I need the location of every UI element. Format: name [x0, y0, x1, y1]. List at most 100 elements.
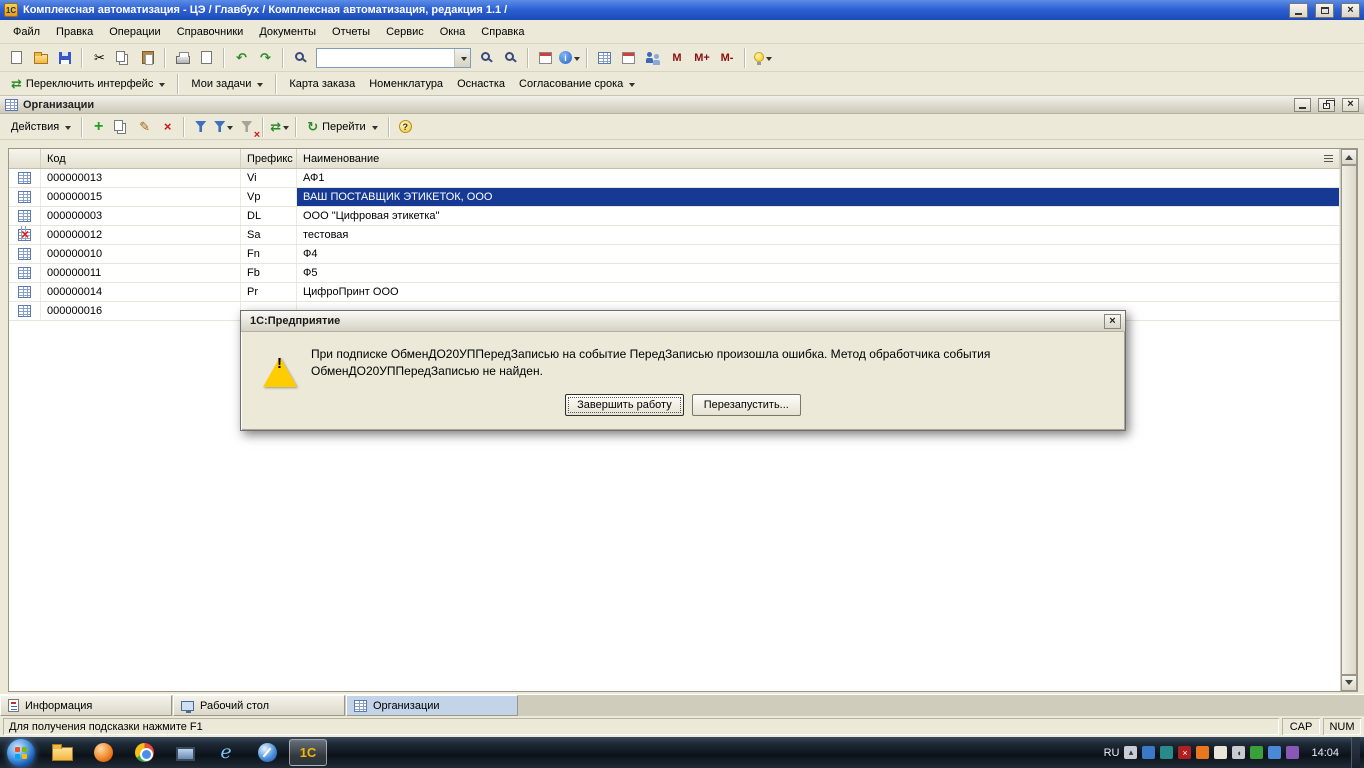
find-button[interactable] [289, 46, 312, 69]
menu-documents[interactable]: Документы [252, 23, 323, 41]
cell-prefix[interactable]: Vp [241, 188, 297, 206]
output-list-button[interactable]: ⇄ [268, 115, 291, 138]
nomenclature-button[interactable]: Номенклатура [363, 75, 449, 93]
osnastka-button[interactable]: Оснастка [451, 75, 511, 93]
table-row[interactable]: 000000013 Vi АФ1 [9, 169, 1340, 188]
help-button[interactable]: ? [394, 115, 417, 138]
tray-icon-app1[interactable] [1160, 746, 1173, 759]
search-dropdown-button[interactable] [454, 49, 470, 67]
tray-icon-app3[interactable] [1286, 746, 1299, 759]
header-icon-column[interactable] [9, 149, 41, 168]
menu-operations[interactable]: Операции [102, 23, 167, 41]
tab-organizations[interactable]: Организации [346, 695, 518, 716]
cell-name-selected[interactable]: ВАШ ПОСТАВЩИК ЭТИКЕТОК, ООО [297, 188, 1340, 206]
memory-recall-button[interactable]: M [665, 48, 689, 68]
copy-button[interactable] [112, 46, 135, 69]
taskbar-ie-button[interactable]: e [207, 739, 245, 766]
cell-name[interactable]: АФ1 [297, 169, 1340, 187]
term-approval-button[interactable]: Согласование срока [513, 75, 641, 93]
cell-name[interactable]: ЦифроПринт ООО [297, 283, 1340, 301]
cell-code[interactable]: 000000003 [41, 207, 241, 225]
menu-help[interactable]: Справка [474, 23, 531, 41]
taskbar-chrome-button[interactable] [125, 739, 163, 766]
memory-add-button[interactable]: M+ [690, 48, 714, 68]
actions-button[interactable]: Действия [5, 118, 77, 136]
tray-icon-network[interactable] [1268, 746, 1281, 759]
child-close-button[interactable]: × [1342, 98, 1359, 112]
cell-code[interactable]: 000000010 [41, 245, 241, 263]
dialog-close-button[interactable]: × [1104, 314, 1121, 329]
cell-prefix[interactable]: Vi [241, 169, 297, 187]
menu-catalogs[interactable]: Справочники [170, 23, 251, 41]
my-tasks-button[interactable]: Мои задачи [185, 75, 269, 93]
table-row-marked-deleted[interactable]: 000000012 Sa тестовая [9, 226, 1340, 245]
taskbar-explorer-button[interactable] [43, 739, 81, 766]
filter-button[interactable] [189, 115, 212, 138]
tray-icon-monitor[interactable] [1142, 746, 1155, 759]
calendar-button[interactable] [617, 46, 640, 69]
table-row[interactable]: 000000010 Fn Ф4 [9, 245, 1340, 264]
tray-icon-document[interactable] [1214, 746, 1227, 759]
redo-button[interactable]: ↷ [254, 46, 277, 69]
cell-name[interactable]: ООО "Цифровая этикетка" [297, 207, 1340, 225]
child-restore-button[interactable] [1318, 98, 1335, 112]
paste-button[interactable] [136, 46, 159, 69]
child-window-titlebar[interactable]: Организации × [0, 96, 1364, 114]
cell-name[interactable]: тестовая [297, 226, 1340, 244]
search-input[interactable] [317, 50, 454, 66]
cell-prefix[interactable]: Pr [241, 283, 297, 301]
cell-code[interactable]: 000000014 [41, 283, 241, 301]
menu-file[interactable]: Файл [6, 23, 47, 41]
cell-prefix[interactable]: Sa [241, 226, 297, 244]
list-settings-icon[interactable] [1324, 158, 1333, 159]
memory-subtract-button[interactable]: M- [715, 48, 739, 68]
taskbar-1c-button[interactable]: 1С [289, 739, 327, 766]
order-card-button[interactable]: Карта заказа [283, 75, 361, 93]
tab-desktop[interactable]: Рабочий стол [173, 695, 345, 716]
find-next-button[interactable] [475, 46, 498, 69]
search-combobox[interactable] [316, 48, 471, 68]
add-button[interactable]: + [87, 115, 110, 138]
cell-code[interactable]: 000000012 [41, 226, 241, 244]
window-titlebar[interactable]: 1С Комплексная автоматизация - ЦЭ / Глав… [0, 0, 1364, 20]
header-prefix[interactable]: Префикс [241, 149, 297, 168]
taskbar-media-button[interactable] [84, 739, 122, 766]
table-row[interactable]: 000000011 Fb Ф5 [9, 264, 1340, 283]
cut-button[interactable]: ✂ [88, 46, 111, 69]
cell-prefix[interactable]: DL [241, 207, 297, 225]
scrollbar-thumb[interactable] [1341, 165, 1357, 675]
minimize-button[interactable] [1289, 3, 1308, 18]
maximize-button[interactable] [1315, 3, 1334, 18]
dialog-titlebar[interactable]: 1С:Предприятие × [241, 311, 1125, 332]
edit-button[interactable]: ✎ [133, 115, 156, 138]
language-indicator[interactable]: RU [1104, 747, 1120, 759]
print-preview-button[interactable] [195, 46, 218, 69]
taskbar-monitor-button[interactable] [166, 739, 204, 766]
calendar-small-button[interactable] [534, 46, 557, 69]
print-button[interactable] [171, 46, 194, 69]
cell-code[interactable]: 000000011 [41, 264, 241, 282]
menu-reports[interactable]: Отчеты [325, 23, 377, 41]
info-button[interactable]: i [558, 46, 581, 69]
close-button[interactable]: × [1341, 3, 1360, 18]
find-previous-button[interactable] [499, 46, 522, 69]
taskbar-safari-button[interactable] [248, 739, 286, 766]
child-minimize-button[interactable] [1294, 98, 1311, 112]
users-button[interactable] [641, 46, 664, 69]
filter-by-value-button[interactable] [212, 115, 235, 138]
scroll-down-button[interactable] [1341, 675, 1357, 691]
tray-icon-app2[interactable] [1196, 746, 1209, 759]
cell-code[interactable]: 000000015 [41, 188, 241, 206]
cell-prefix[interactable]: Fb [241, 264, 297, 282]
undo-button[interactable]: ↶ [230, 46, 253, 69]
header-code[interactable]: Код [41, 149, 241, 168]
tab-information[interactable]: Информация [0, 695, 172, 716]
tip-of-day-button[interactable] [751, 46, 774, 69]
goto-button[interactable]: ↻ Перейти [301, 117, 384, 136]
tray-hidden-icons-button[interactable]: ▴ [1124, 746, 1137, 759]
copy-item-button[interactable] [110, 115, 133, 138]
taskbar-clock[interactable]: 14:04 [1304, 747, 1346, 759]
table-row[interactable]: 000000003 DL ООО "Цифровая этикетка" [9, 207, 1340, 226]
tray-icon-speaker[interactable]: ◖ [1232, 746, 1245, 759]
switch-interface-button[interactable]: ⇄ Переключить интерфейс [5, 74, 171, 93]
